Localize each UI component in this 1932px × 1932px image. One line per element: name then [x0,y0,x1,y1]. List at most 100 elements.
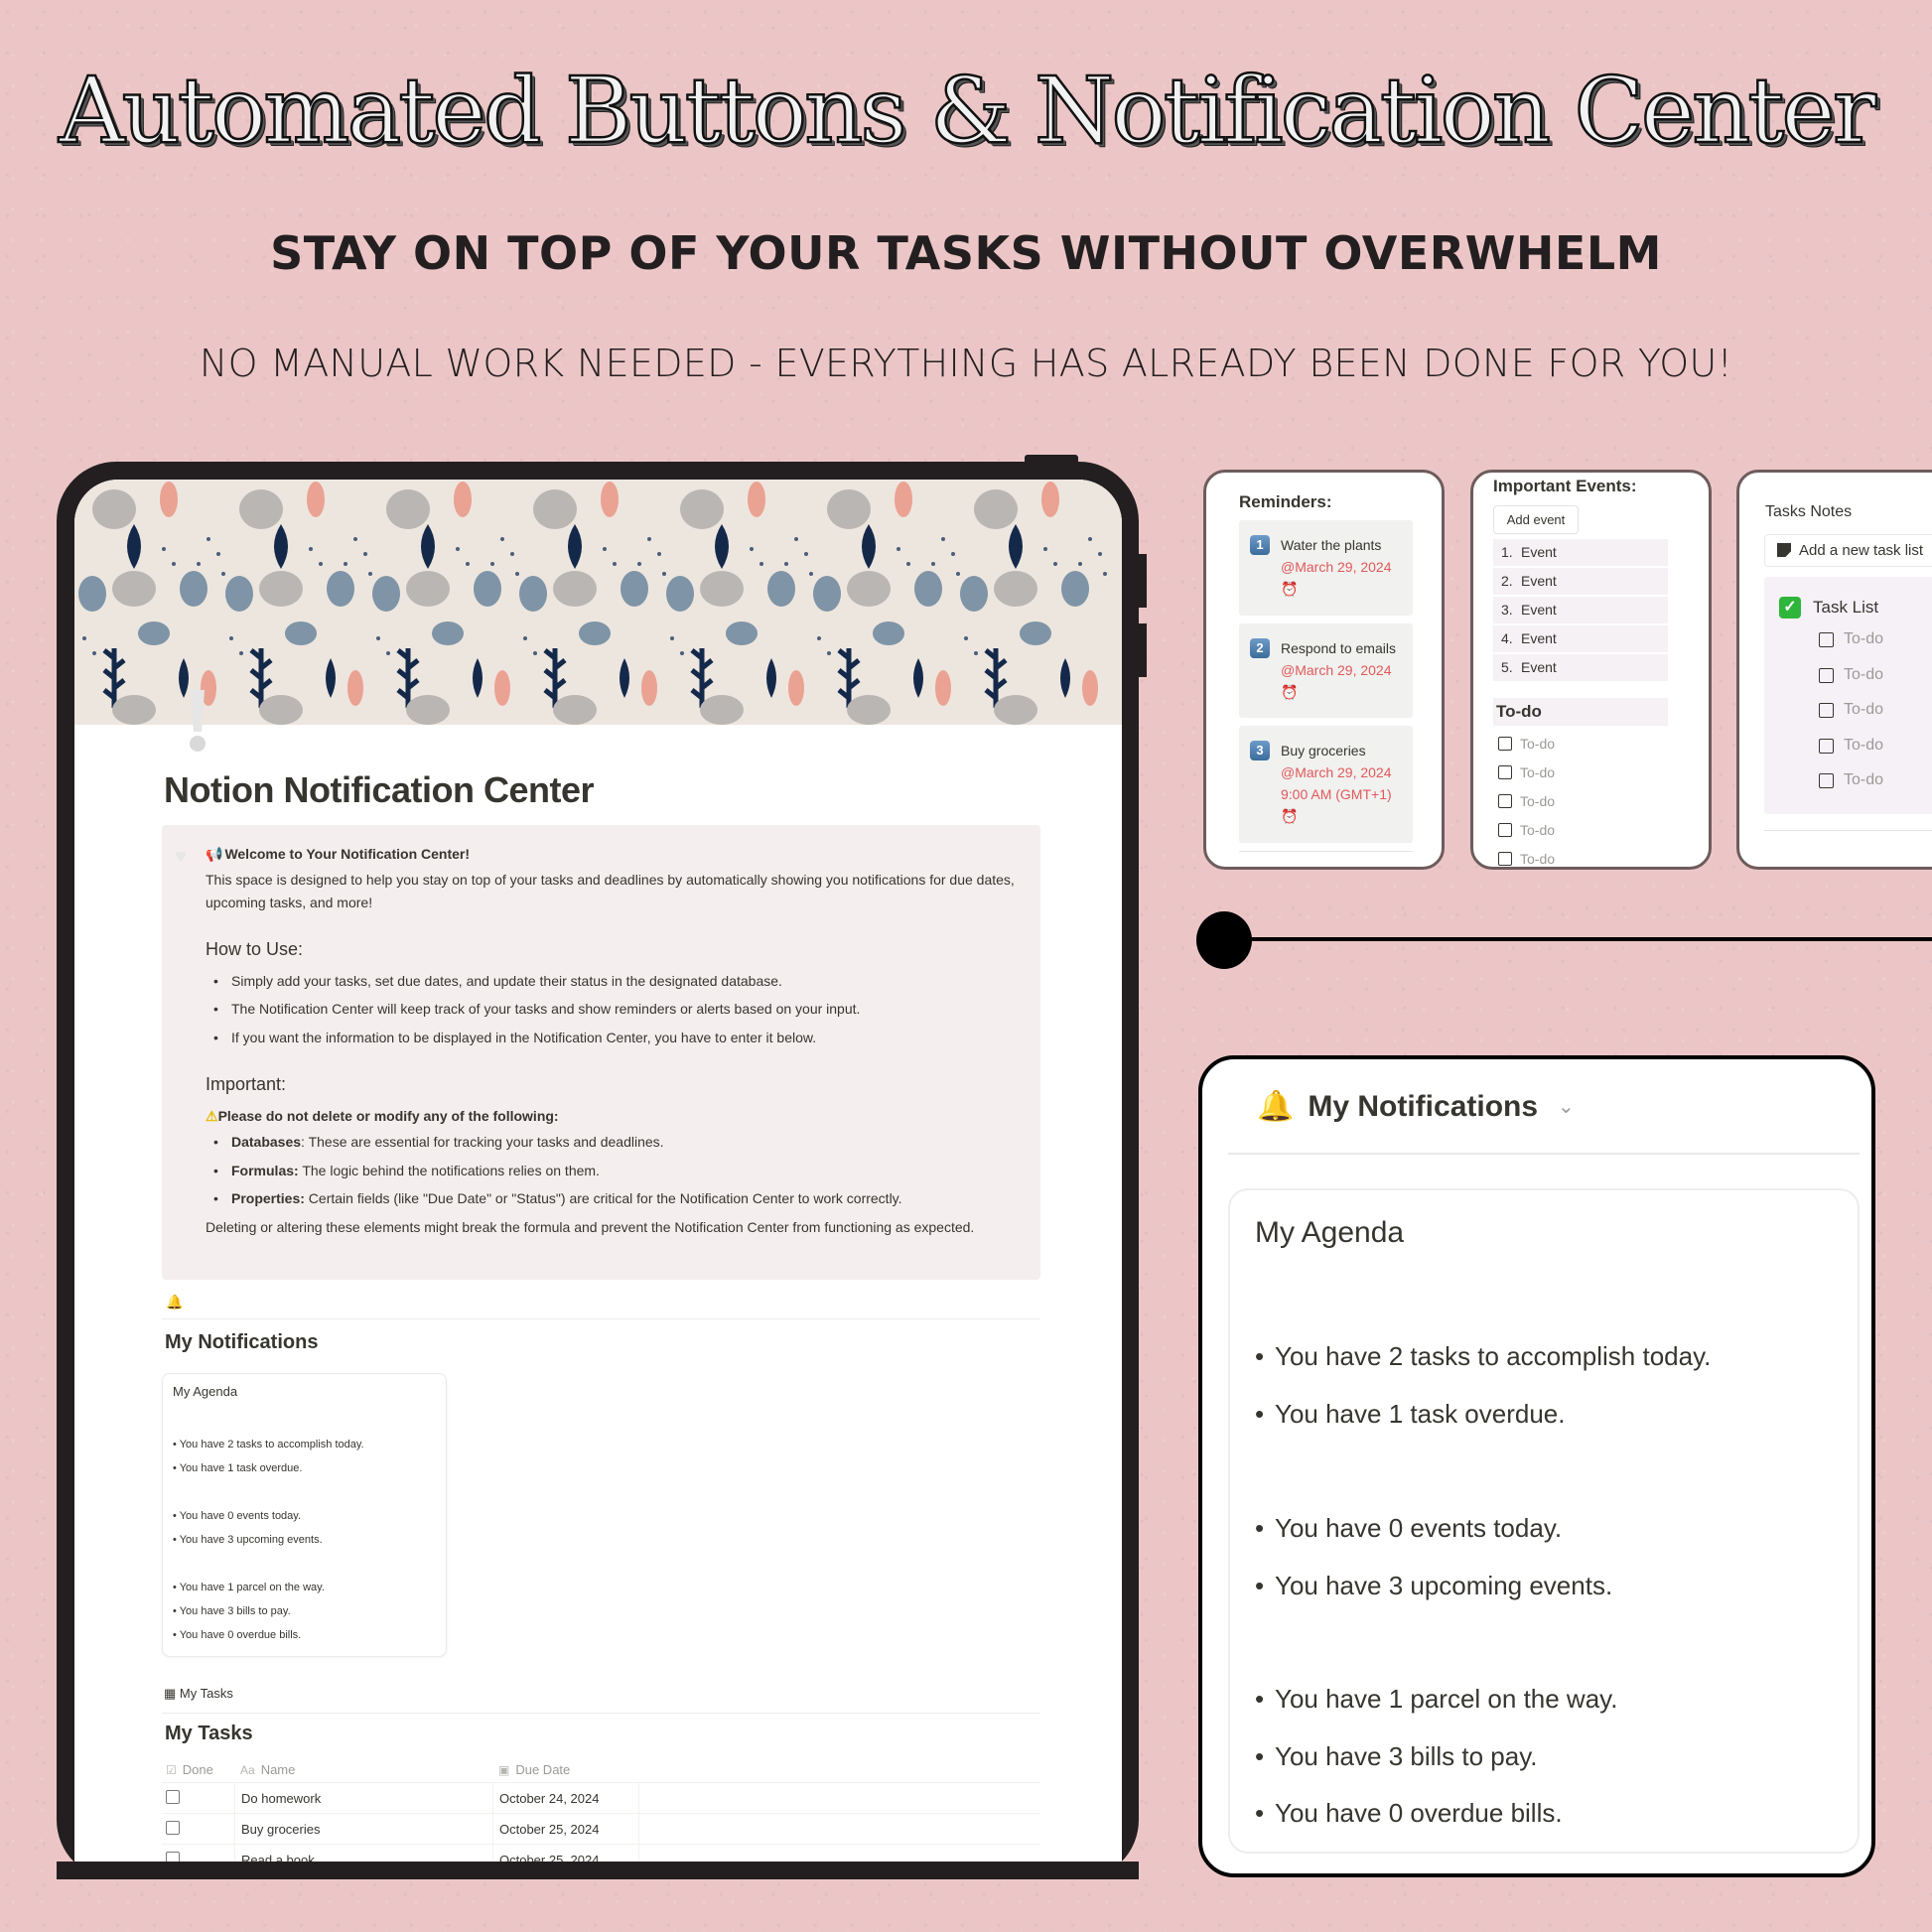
divider [1228,1153,1860,1155]
reminder-item[interactable]: 3 Buy groceries @March 29, 2024 9:00 AM … [1239,726,1413,843]
connector-dot [1196,911,1252,969]
events-card: Important Events: Add event 1. Event 2. Ev… [1470,470,1712,870]
how-to-list: Simply add your tasks, set due dates, an… [206,970,1017,1049]
todo-checkbox[interactable] [1498,852,1512,866]
notifications-heading: My Notifications [165,1331,319,1353]
how-to-heading: How to Use: [206,939,304,960]
column-name[interactable]: Aa Name [234,1757,492,1782]
todo-item[interactable]: To-do [1498,736,1555,752]
notifications-toggle[interactable]: 🔔 [162,1290,1040,1319]
agenda-item: • You have 1 task overdue. [173,1462,303,1474]
agenda-item: • You have 0 overdue bills. [173,1629,302,1641]
page-title: Notion Notification Center [164,769,594,810]
agenda-card: My Agenda • You have 2 tasks to accompli… [162,1373,447,1657]
important-item: Formulas: The logic behind the notificat… [206,1160,1017,1182]
todo-checkbox[interactable] [1819,772,1834,788]
agenda-title: My Agenda [1255,1216,1405,1249]
agenda-item: • You have 1 parcel on the way. [1255,1684,1618,1714]
table-row: Do homework October 24, 2024 [162,1783,1040,1814]
keycap-1-icon: 1 [1250,535,1270,555]
todo-heading: To-do [1493,698,1668,726]
notion-page: Notion Notification Center ♥ 📢 Welcome to… [74,480,1122,1862]
column-done[interactable]: ☑ Done [162,1762,234,1777]
reminder-item[interactable]: 2 Respond to emails @March 29, 2024 ⏰ [1239,623,1413,718]
add-event-button[interactable]: Add event [1493,505,1579,534]
important-list: Databases: These are essential for track… [206,1131,1017,1210]
agenda-item: • You have 1 task overdue. [1255,1399,1566,1429]
divider [1239,851,1413,852]
event-item[interactable]: 1. Event [1493,539,1668,566]
todo-item[interactable]: To-do [1498,793,1555,809]
divider [162,1713,1040,1714]
event-item[interactable]: 5. Event [1493,654,1668,681]
todo-checkbox[interactable] [1819,631,1834,647]
event-item[interactable]: 2. Event [1493,568,1668,595]
agenda-item: • You have 2 tasks to accomplish today. [1255,1341,1712,1371]
todo-checkbox[interactable] [1498,823,1512,837]
task-list-title[interactable]: ✓ Task List [1779,597,1878,619]
checkbox-icon: ☑ [166,1763,177,1777]
todo-item[interactable]: To-do [1819,771,1883,789]
callout-welcome: 📢 Welcome to Your Notification Center! [206,846,471,862]
cover-image [74,480,1122,725]
task-name[interactable]: Read a book [234,1845,492,1862]
todo-checkbox[interactable] [1819,738,1834,754]
add-task-list-button[interactable]: Add a new task list [1764,534,1932,567]
todo-checkbox[interactable] [1498,737,1512,751]
todo-checkbox[interactable] [1498,765,1512,779]
reminder-date: @March 29, 2024 ⏰ [1281,559,1392,597]
todo-item[interactable]: To-do [1498,764,1555,780]
task-due-date[interactable]: October 25, 2024 [492,1845,639,1862]
table-row: Buy groceries October 25, 2024 [162,1814,1040,1845]
divider [1764,830,1932,831]
important-item: Properties: Certain fields (like "Due Da… [206,1187,1017,1210]
task-name[interactable]: Do homework [234,1783,492,1813]
done-checkbox[interactable] [166,1789,180,1804]
task-due-date[interactable]: October 25, 2024 [492,1814,639,1844]
todo-checkbox[interactable] [1819,702,1834,718]
keycap-2-icon: 2 [1250,638,1270,658]
reminder-item[interactable]: 1 Water the plants @March 29, 2024 ⏰ [1239,520,1413,616]
calendar-icon: ▣ [498,1762,510,1777]
heart-icon: ♥ [175,846,187,868]
todo-item[interactable]: To-do [1819,701,1883,719]
agenda-item: • You have 3 upcoming events. [173,1534,323,1546]
database-view-tab[interactable]: ▦ My Tasks [164,1686,233,1702]
todo-item[interactable]: To-do [1498,822,1555,838]
how-to-item: The Notification Center will keep track … [206,998,1017,1021]
todo-item[interactable]: To-do [1498,851,1555,867]
exclamation-icon [190,690,206,752]
column-due-date[interactable]: ▣ Due Date [492,1757,639,1782]
bell-icon: 🔔 [1257,1090,1295,1123]
reminders-title: Reminders: [1239,492,1332,511]
floral-pattern [74,480,1122,725]
todo-checkbox[interactable] [1498,794,1512,808]
events-title: Important Events: [1493,477,1637,495]
todo-checkbox[interactable] [1819,667,1834,683]
agenda-item: • You have 2 tasks to accomplish today. [173,1439,364,1450]
reminder-date: @March 29, 2024 9:00 AM (GMT+1) ⏰ [1281,764,1392,824]
callout-intro: This space is designed to help you stay … [206,872,1015,910]
task-notes-title: Tasks Notes [1765,503,1853,520]
notifications-header[interactable]: 🔔 My Notifications ⌄ [1257,1089,1575,1124]
check-mark-icon: ✓ [1779,597,1801,619]
event-item[interactable]: 4. Event [1493,625,1668,652]
alarm-clock-icon: ⏰ [1281,581,1299,597]
todo-item[interactable]: To-do [1819,737,1883,755]
chevron-down-icon[interactable]: ⌄ [1558,1094,1575,1119]
done-checkbox[interactable] [166,1851,180,1862]
alarm-clock-icon: ⏰ [1281,684,1299,700]
done-checkbox[interactable] [166,1820,180,1835]
task-name[interactable]: Buy groceries [234,1814,492,1844]
hero-title: Automated Buttons & Notification Center [58,57,1877,166]
table-icon: ▦ [164,1686,177,1701]
task-due-date[interactable]: October 24, 2024 [492,1783,639,1813]
event-item[interactable]: 3. Event [1493,597,1668,623]
table-header: ☑ Done Aa Name ▣ Due Date [162,1757,1040,1783]
task-notes-card: Tasks Notes Add a new task list ✓ Task Li… [1736,470,1932,870]
todo-item[interactable]: To-do [1819,630,1883,648]
todo-item[interactable]: To-do [1819,666,1883,684]
reminder-date: @March 29, 2024 ⏰ [1281,662,1392,700]
important-heading: Important: [206,1074,287,1095]
alarm-clock-icon: ⏰ [1281,808,1299,824]
